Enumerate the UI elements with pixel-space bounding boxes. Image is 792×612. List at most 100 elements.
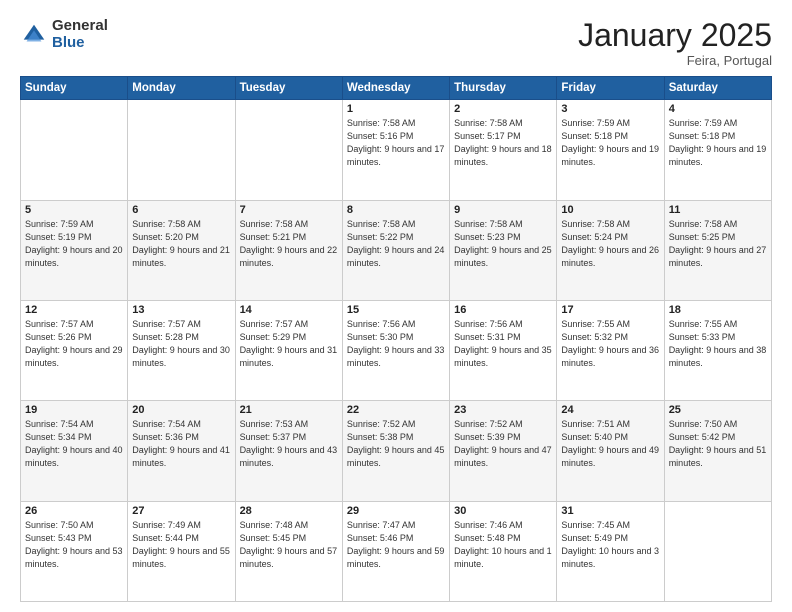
day-info: Sunrise: 7:55 AM Sunset: 5:33 PM Dayligh…: [669, 318, 767, 370]
day-info: Sunrise: 7:47 AM Sunset: 5:46 PM Dayligh…: [347, 519, 445, 571]
day-info: Sunrise: 7:53 AM Sunset: 5:37 PM Dayligh…: [240, 418, 338, 470]
day-info: Sunrise: 7:49 AM Sunset: 5:44 PM Dayligh…: [132, 519, 230, 571]
day-number: 1: [347, 103, 445, 115]
calendar-cell: 7 Sunrise: 7:58 AM Sunset: 5:21 PM Daylig…: [235, 200, 342, 300]
day-info: Sunrise: 7:52 AM Sunset: 5:39 PM Dayligh…: [454, 418, 552, 470]
day-info: Sunrise: 7:56 AM Sunset: 5:31 PM Dayligh…: [454, 318, 552, 370]
calendar-cell: 4Sunrise: 7:59 AM Sunset: 5:18 PM Daylig…: [664, 100, 771, 200]
calendar-cell: 20 Sunrise: 7:54 AM Sunset: 5:36 PM Dayli…: [128, 401, 235, 501]
day-info: Sunrise: 7:46 AM Sunset: 5:48 PM Dayligh…: [454, 519, 552, 571]
calendar-cell: 2Sunrise: 7:58 AM Sunset: 5:17 PM Daylig…: [450, 100, 557, 200]
calendar-cell: 23 Sunrise: 7:52 AM Sunset: 5:39 PM Dayli…: [450, 401, 557, 501]
title-block: January 2025 Feira, Portugal: [578, 18, 772, 68]
calendar-cell: 17 Sunrise: 7:55 AM Sunset: 5:32 PM Dayli…: [557, 300, 664, 400]
day-number: 26: [25, 505, 123, 517]
day-number: 24: [561, 404, 659, 416]
calendar-cell: 11 Sunrise: 7:58 AM Sunset: 5:25 PM Dayli…: [664, 200, 771, 300]
day-info: Sunrise: 7:45 AM Sunset: 5:49 PM Dayligh…: [561, 519, 659, 571]
day-number: 8: [347, 204, 445, 216]
day-info: Sunrise: 7:58 AM Sunset: 5:21 PM Dayligh…: [240, 218, 338, 270]
calendar-cell: 3 Sunrise: 7:59 AM Sunset: 5:18 PM Daylig…: [557, 100, 664, 200]
day-info: Sunrise: 7:58 AM Sunset: 5:22 PM Dayligh…: [347, 218, 445, 270]
logo-general-text: General: [52, 17, 108, 34]
day-info: Sunrise: 7:57 AM Sunset: 5:26 PM Dayligh…: [25, 318, 123, 370]
calendar-cell: 18 Sunrise: 7:55 AM Sunset: 5:33 PM Dayli…: [664, 300, 771, 400]
calendar-cell: [664, 501, 771, 601]
day-number: 14: [240, 304, 338, 316]
day-number: 10: [561, 204, 659, 216]
header: General Blue January 2025 Feira, Portuga…: [20, 18, 772, 68]
calendar-cell: 25Sunrise: 7:50 AM Sunset: 5:42 PM Dayli…: [664, 401, 771, 501]
day-info: Sunrise: 7:58 AM Sunset: 5:20 PM Dayligh…: [132, 218, 230, 270]
day-number: 19: [25, 404, 123, 416]
day-of-week-saturday: Saturday: [664, 77, 771, 100]
calendar-cell: 15Sunrise: 7:56 AM Sunset: 5:30 PM Dayli…: [342, 300, 449, 400]
day-info: Sunrise: 7:50 AM Sunset: 5:43 PM Dayligh…: [25, 519, 123, 571]
day-info: Sunrise: 7:59 AM Sunset: 5:18 PM Dayligh…: [669, 117, 767, 169]
calendar-week-row: 26 Sunrise: 7:50 AM Sunset: 5:43 PM Dayli…: [21, 501, 772, 601]
calendar-cell: 21 Sunrise: 7:53 AM Sunset: 5:37 PM Dayli…: [235, 401, 342, 501]
day-number: 22: [347, 404, 445, 416]
day-of-week-sunday: Sunday: [21, 77, 128, 100]
day-info: Sunrise: 7:58 AM Sunset: 5:24 PM Dayligh…: [561, 218, 659, 270]
logo-icon: [20, 21, 48, 49]
day-number: 17: [561, 304, 659, 316]
day-number: 11: [669, 204, 767, 216]
day-info: Sunrise: 7:59 AM Sunset: 5:19 PM Dayligh…: [25, 218, 123, 270]
location: Feira, Portugal: [578, 53, 772, 68]
day-info: Sunrise: 7:54 AM Sunset: 5:36 PM Dayligh…: [132, 418, 230, 470]
day-of-week-monday: Monday: [128, 77, 235, 100]
day-number: 20: [132, 404, 230, 416]
page: General Blue January 2025 Feira, Portuga…: [0, 0, 792, 612]
calendar-cell: 9 Sunrise: 7:58 AM Sunset: 5:23 PM Daylig…: [450, 200, 557, 300]
calendar-cell: 12 Sunrise: 7:57 AM Sunset: 5:26 PM Dayli…: [21, 300, 128, 400]
day-number: 29: [347, 505, 445, 517]
calendar-cell: 29 Sunrise: 7:47 AM Sunset: 5:46 PM Dayli…: [342, 501, 449, 601]
day-number: 28: [240, 505, 338, 517]
day-info: Sunrise: 7:58 AM Sunset: 5:23 PM Dayligh…: [454, 218, 552, 270]
day-number: 23: [454, 404, 552, 416]
day-number: 7: [240, 204, 338, 216]
calendar-cell: [235, 100, 342, 200]
day-info: Sunrise: 7:54 AM Sunset: 5:34 PM Dayligh…: [25, 418, 123, 470]
day-number: 31: [561, 505, 659, 517]
calendar-table: SundayMondayTuesdayWednesdayThursdayFrid…: [20, 76, 772, 602]
calendar-cell: [21, 100, 128, 200]
day-number: 3: [561, 103, 659, 115]
calendar-cell: 19 Sunrise: 7:54 AM Sunset: 5:34 PM Dayli…: [21, 401, 128, 501]
day-number: 9: [454, 204, 552, 216]
calendar-cell: 14Sunrise: 7:57 AM Sunset: 5:29 PM Dayli…: [235, 300, 342, 400]
logo: General Blue: [20, 18, 108, 51]
day-number: 13: [132, 304, 230, 316]
day-of-week-tuesday: Tuesday: [235, 77, 342, 100]
day-info: Sunrise: 7:58 AM Sunset: 5:25 PM Dayligh…: [669, 218, 767, 270]
calendar-cell: 26 Sunrise: 7:50 AM Sunset: 5:43 PM Dayli…: [21, 501, 128, 601]
day-number: 21: [240, 404, 338, 416]
calendar-week-row: 12 Sunrise: 7:57 AM Sunset: 5:26 PM Dayli…: [21, 300, 772, 400]
day-info: Sunrise: 7:58 AM Sunset: 5:16 PM Dayligh…: [347, 117, 445, 169]
day-info: Sunrise: 7:57 AM Sunset: 5:28 PM Dayligh…: [132, 318, 230, 370]
day-number: 12: [25, 304, 123, 316]
day-info: Sunrise: 7:50 AM Sunset: 5:42 PM Dayligh…: [669, 418, 767, 470]
day-number: 6: [132, 204, 230, 216]
day-number: 18: [669, 304, 767, 316]
day-number: 2: [454, 103, 552, 115]
calendar-cell: 8 Sunrise: 7:58 AM Sunset: 5:22 PM Daylig…: [342, 200, 449, 300]
day-info: Sunrise: 7:55 AM Sunset: 5:32 PM Dayligh…: [561, 318, 659, 370]
calendar-cell: 10 Sunrise: 7:58 AM Sunset: 5:24 PM Dayli…: [557, 200, 664, 300]
day-info: Sunrise: 7:52 AM Sunset: 5:38 PM Dayligh…: [347, 418, 445, 470]
calendar-cell: [128, 100, 235, 200]
day-number: 16: [454, 304, 552, 316]
calendar-cell: 28Sunrise: 7:48 AM Sunset: 5:45 PM Dayli…: [235, 501, 342, 601]
calendar-cell: 16 Sunrise: 7:56 AM Sunset: 5:31 PM Dayli…: [450, 300, 557, 400]
day-of-week-friday: Friday: [557, 77, 664, 100]
calendar-cell: 30 Sunrise: 7:46 AM Sunset: 5:48 PM Dayli…: [450, 501, 557, 601]
day-info: Sunrise: 7:59 AM Sunset: 5:18 PM Dayligh…: [561, 117, 659, 169]
day-of-week-thursday: Thursday: [450, 77, 557, 100]
calendar-cell: 27Sunrise: 7:49 AM Sunset: 5:44 PM Dayli…: [128, 501, 235, 601]
day-number: 30: [454, 505, 552, 517]
month-title: January 2025: [578, 18, 772, 53]
calendar-cell: 1 Sunrise: 7:58 AM Sunset: 5:16 PM Daylig…: [342, 100, 449, 200]
logo-text: General Blue: [52, 18, 108, 51]
calendar-cell: 5Sunrise: 7:59 AM Sunset: 5:19 PM Daylig…: [21, 200, 128, 300]
